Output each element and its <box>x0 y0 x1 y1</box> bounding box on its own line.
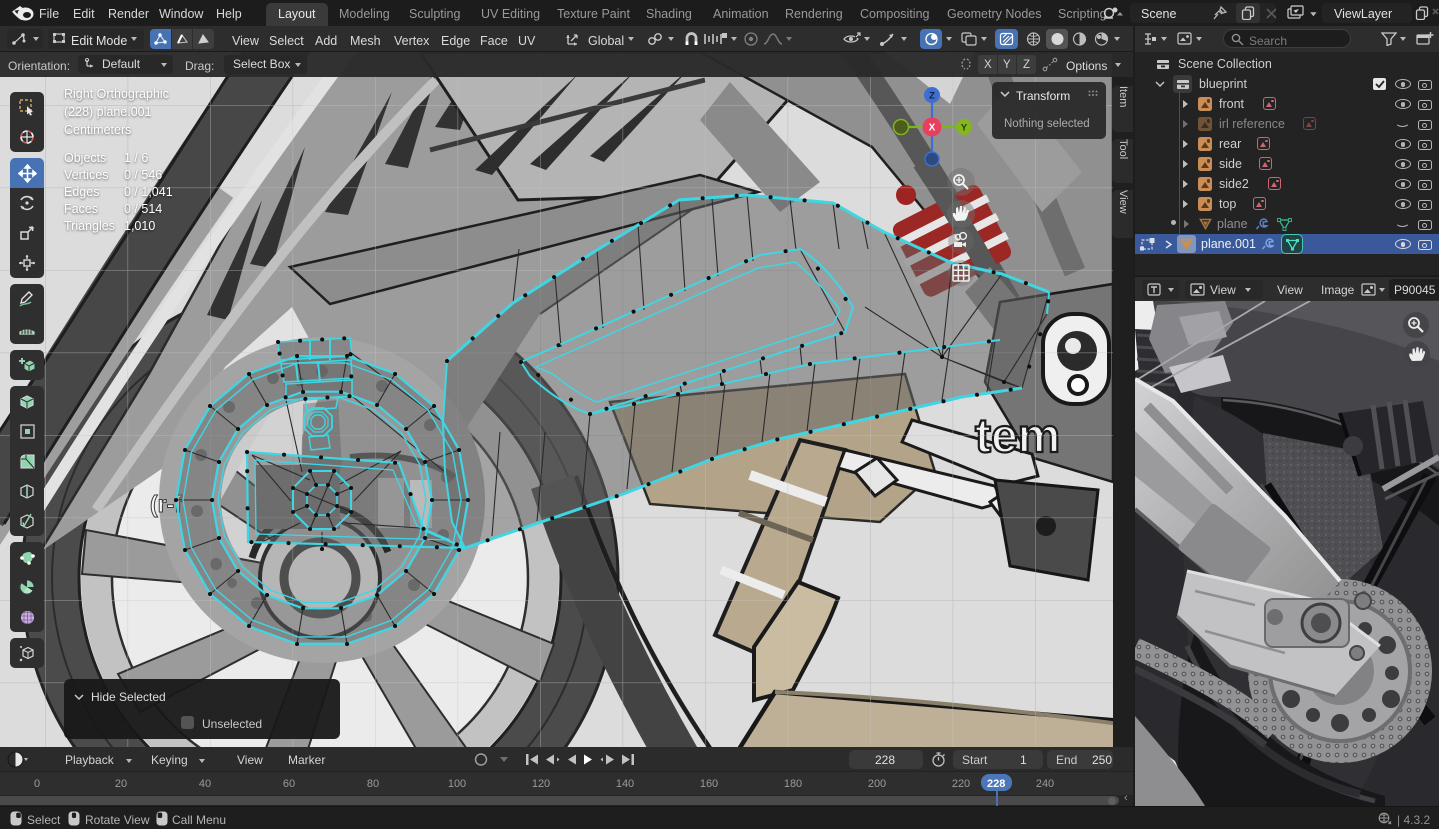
svg-text:Y: Y <box>961 123 968 134</box>
svg-text:Z: Z <box>929 91 935 102</box>
svg-text:X: X <box>929 123 936 134</box>
